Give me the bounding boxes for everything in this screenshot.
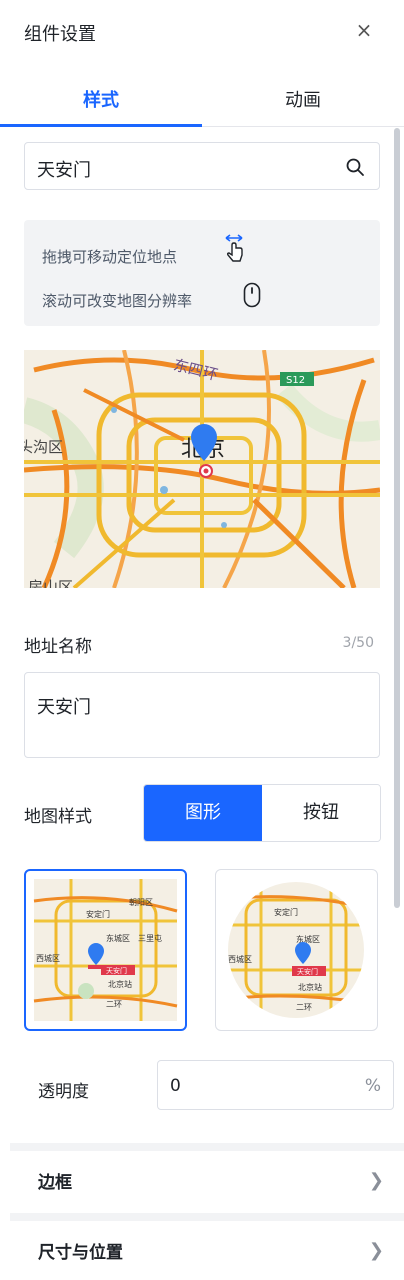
panel-title: 组件设置 bbox=[24, 24, 96, 45]
thumb2-label-center: 天安门 bbox=[297, 967, 318, 976]
map-canvas[interactable]: 东四环 S12 北京 头沟区 房山区 bbox=[24, 350, 380, 588]
drag-tip: 拖拽可移动定位地点 bbox=[42, 248, 178, 266]
chevron-right-icon: ❯ bbox=[368, 1240, 384, 1261]
location-search-input[interactable]: 天安门 bbox=[24, 142, 380, 190]
address-char-counter: 3/50 bbox=[342, 635, 374, 651]
address-name-textarea[interactable]: 天安门 bbox=[24, 672, 380, 758]
map-style-label: 地图样式 bbox=[24, 807, 92, 827]
thumb1-label-north: 朝阳区 bbox=[129, 898, 153, 907]
opacity-unit: % bbox=[364, 1076, 381, 1096]
tab-style[interactable]: 样式 bbox=[0, 86, 202, 112]
address-name-value[interactable]: 天安门 bbox=[37, 693, 91, 719]
thumb1-label-west: 西城区 bbox=[36, 954, 60, 963]
close-icon[interactable]: × bbox=[352, 18, 376, 42]
map-style-circle-thumbnail[interactable]: 安定门 东城区 西城区 天安门 北京站 二环 bbox=[215, 869, 378, 1031]
thumb1-label-station: 北京站 bbox=[108, 979, 132, 989]
size-position-section-label: 尺寸与位置 bbox=[38, 1243, 123, 1263]
thumb1-label-ring: 二环 bbox=[106, 1000, 122, 1009]
thumb1-label-east: 东城区 bbox=[106, 933, 130, 943]
search-icon[interactable] bbox=[345, 157, 365, 177]
drag-hand-icon bbox=[225, 234, 243, 262]
scroll-tip: 滚动可改变地图分辨率 bbox=[42, 292, 193, 310]
tab-animation[interactable]: 动画 bbox=[202, 86, 404, 112]
opacity-input[interactable]: 0 % bbox=[157, 1060, 394, 1110]
map-style-square-thumbnail[interactable]: 朝阳区 安定门 东城区 三里屯 西城区 天安门 北京站 二环 bbox=[24, 869, 187, 1031]
map-label-west: 头沟区 bbox=[24, 438, 63, 456]
map-style-button-option[interactable]: 按钮 bbox=[262, 785, 380, 841]
border-section-label: 边框 bbox=[38, 1173, 72, 1193]
map-label-shield: S12 bbox=[286, 375, 305, 386]
thumb2-label-station: 北京站 bbox=[298, 982, 322, 992]
thumb1-pin-icon bbox=[88, 943, 104, 969]
map-tips-box: 拖拽可移动定位地点 滚动可改变地图分辨率 bbox=[24, 220, 380, 326]
border-section[interactable]: 边框 ❯ bbox=[0, 1152, 404, 1208]
tab-bar: 样式 动画 bbox=[0, 68, 404, 127]
size-position-section[interactable]: 尺寸与位置 ❯ bbox=[0, 1222, 404, 1278]
thumb2-label-ring: 二环 bbox=[296, 1003, 312, 1012]
chevron-right-icon: ❯ bbox=[368, 1170, 384, 1191]
tab-active-indicator bbox=[0, 124, 202, 127]
opacity-label: 透明度 bbox=[38, 1082, 89, 1102]
section-divider bbox=[10, 1143, 404, 1151]
thumb1-label-third: 三里屯 bbox=[138, 933, 162, 943]
search-value[interactable]: 天安门 bbox=[37, 156, 91, 182]
scrollbar-thumb[interactable] bbox=[394, 128, 400, 908]
opacity-value[interactable]: 0 bbox=[170, 1076, 181, 1096]
thumb2-label-west: 西城区 bbox=[228, 955, 252, 964]
map-style-graphic-button[interactable]: 图形 bbox=[144, 785, 262, 841]
circle-map-thumbnail: 安定门 东城区 西城区 天安门 北京站 二环 bbox=[228, 882, 364, 1018]
thumb2-label-east: 东城区 bbox=[296, 934, 320, 944]
thumb1-label-gate: 安定门 bbox=[86, 909, 110, 919]
thumb1-label-center: 天安门 bbox=[106, 966, 127, 975]
section-divider bbox=[10, 1213, 404, 1221]
mouse-scroll-icon bbox=[243, 282, 261, 308]
square-map-thumbnail: 朝阳区 安定门 东城区 三里屯 西城区 天安门 北京站 二环 bbox=[33, 879, 178, 1021]
panel-header: 组件设置 × bbox=[0, 0, 404, 68]
map-preview[interactable]: 东四环 S12 北京 头沟区 房山区 bbox=[24, 350, 380, 588]
map-label-bottom: 房山区 bbox=[28, 578, 73, 588]
thumb2-label-gate: 安定门 bbox=[274, 907, 298, 917]
address-name-label: 地址名称 bbox=[24, 637, 92, 657]
map-style-toggle: 图形 按钮 bbox=[143, 784, 381, 842]
